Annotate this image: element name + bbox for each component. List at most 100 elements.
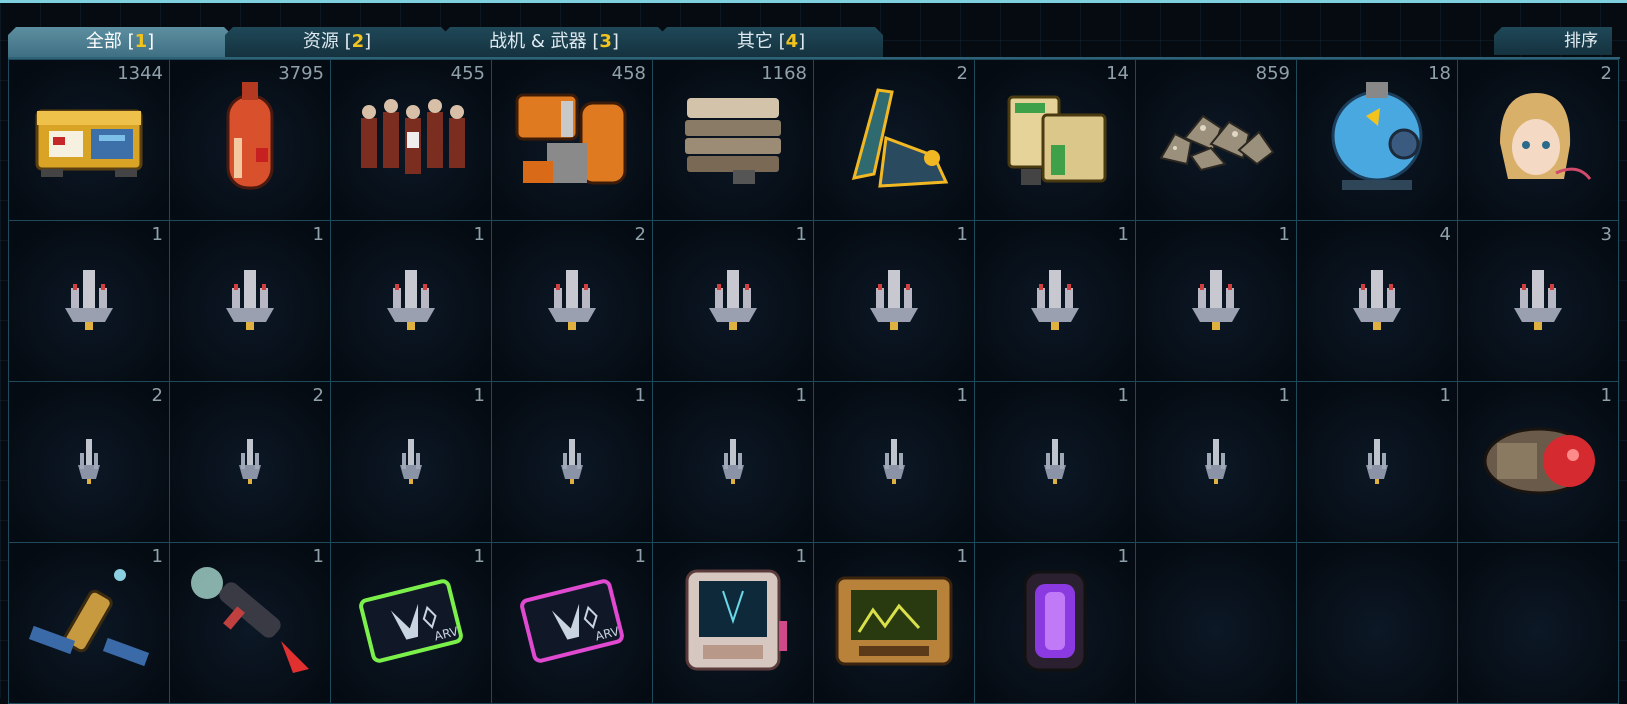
tab-other[interactable]: 其它 [4] [659,27,883,57]
inventory-slot[interactable]: 1 [653,543,813,703]
probe-rocket-icon [185,561,315,685]
fighter-ship-icon [1027,264,1083,338]
item-count: 2 [956,63,968,84]
item-count: 1 [312,546,324,567]
blade-module-icon [834,78,954,202]
inventory-panel: 1344 3795 455 458 1168 2 14 859 18 2 1 1 1 2 1 1 1 1 4 3 2 2 1… [8,57,1620,704]
inventory-slot[interactable]: 1 [9,543,169,703]
item-count: 2 [634,224,646,245]
tab-all[interactable]: 全部 [1] [8,27,232,57]
supply-boxes-icon [995,83,1115,197]
item-count: 859 [1255,63,1290,84]
inventory-slot[interactable]: 1344 [9,60,169,220]
inventory-slot[interactable]: 455 [331,60,491,220]
inventory-slot[interactable]: 1 [331,221,491,381]
inventory-slot[interactable]: 1 [1297,382,1457,542]
inventory-slot[interactable]: 859 [1136,60,1296,220]
fighter-ship-icon [1349,264,1405,338]
tab-resources[interactable]: 资源 [2] [225,27,449,57]
machinery-icon [507,83,637,197]
item-count: 1 [1278,224,1290,245]
item-count: 455 [450,63,485,84]
inventory-slot[interactable]: 1 [653,221,813,381]
inventory-slot[interactable]: 1 [9,221,169,381]
item-count: 1 [1439,385,1451,406]
inventory-slot[interactable]: 2 [814,60,974,220]
fighter-ship-icon [866,264,922,338]
inventory-slot[interactable]: ARV 1 [492,543,652,703]
item-count: 1 [795,385,807,406]
capsule-icon [1473,415,1603,509]
inventory-slot[interactable]: 1 [492,382,652,542]
item-count: 1 [1117,385,1129,406]
fighter-ship-icon [544,264,600,338]
inventory-slot[interactable]: 1 [975,382,1135,542]
blueprint-card-icon: ARV [517,576,627,670]
inventory-slot[interactable]: 1 [975,543,1135,703]
inventory-slot[interactable]: 2 [9,382,169,542]
inventory-slot[interactable]: 4 [1297,221,1457,381]
inventory-slot[interactable]: 458 [492,60,652,220]
fighter-ship-icon [383,264,439,338]
ore-icon [1151,98,1281,182]
portal-gate-icon [1015,566,1095,680]
inventory-slot[interactable]: 3795 [170,60,330,220]
inventory-slot[interactable]: 3 [1458,221,1618,381]
item-count: 1 [473,385,485,406]
inventory-slot[interactable]: 1 [653,382,813,542]
blueprint-card-icon: ARV [356,576,466,670]
item-count: 2 [151,385,163,406]
top-border [0,0,1627,3]
small-ship-icon [1201,435,1231,489]
small-ship-icon [557,435,587,489]
fighter-ship-icon [222,264,278,338]
inventory-slot[interactable]: 2 [492,221,652,381]
inventory-slot[interactable]: 2 [1458,60,1618,220]
alloy-stack-icon [673,88,793,192]
inventory-slot[interactable]: 1 [814,221,974,381]
inventory-slot[interactable]: 1 [331,382,491,542]
inventory-slot[interactable]: 1 [170,543,330,703]
inventory-slot[interactable]: 1 [1136,382,1296,542]
inventory-slot-empty [1136,543,1296,703]
fighter-ship-icon [1188,264,1244,338]
inventory-slot[interactable]: 2 [170,382,330,542]
small-ship-icon [235,435,265,489]
fighter-ship-icon [705,264,761,338]
inventory-slot[interactable]: 1 [814,382,974,542]
item-count: 1 [151,224,163,245]
inventory-slot[interactable]: 1 [170,221,330,381]
item-count: 2 [312,385,324,406]
tab-all-hotkey: 1 [134,31,148,52]
inventory-slot-empty [1297,543,1457,703]
small-ship-icon [1362,435,1392,489]
sort-button[interactable]: 排序 [1494,27,1612,55]
small-ship-icon [718,435,748,489]
item-count: 1 [634,385,646,406]
inventory-slot[interactable]: 1 [814,543,974,703]
tab-ships-weapons-label: 战机 & 武器 [489,31,587,52]
inventory-tabs: 全部 [1] 资源 [2] 战机 & 武器 [3] 其它 [4] 排序 [8,27,1620,57]
item-count: 3 [1600,224,1612,245]
tab-ships-weapons[interactable]: 战机 & 武器 [3] [442,27,666,57]
item-count: 458 [611,63,646,84]
item-count: 1 [1600,385,1612,406]
tab-ships-weapons-hotkey: 3 [599,31,612,52]
inventory-slot[interactable]: 1 [975,221,1135,381]
inventory-slot-empty [1458,543,1618,703]
inventory-slot[interactable]: 1168 [653,60,813,220]
inventory-slot[interactable]: 1 [1136,221,1296,381]
crate-icon [29,93,149,187]
item-count: 1 [1117,224,1129,245]
fuel-tank-icon [220,78,280,202]
pilot-portrait-icon [1478,83,1598,197]
inventory-slot[interactable]: ARV 1 [331,543,491,703]
item-count: 1344 [117,63,163,84]
small-ship-icon [1040,435,1070,489]
inventory-slot[interactable]: 1 [1458,382,1618,542]
inventory-slot[interactable]: 14 [975,60,1135,220]
inventory-slot[interactable]: 18 [1297,60,1457,220]
tab-all-label: 全部 [85,31,122,52]
fighter-ship-icon [61,264,117,338]
inventory-grid: 1344 3795 455 458 1168 2 14 859 18 2 1 1 1 2 1 1 1 1 4 3 2 2 1… [8,59,1619,704]
